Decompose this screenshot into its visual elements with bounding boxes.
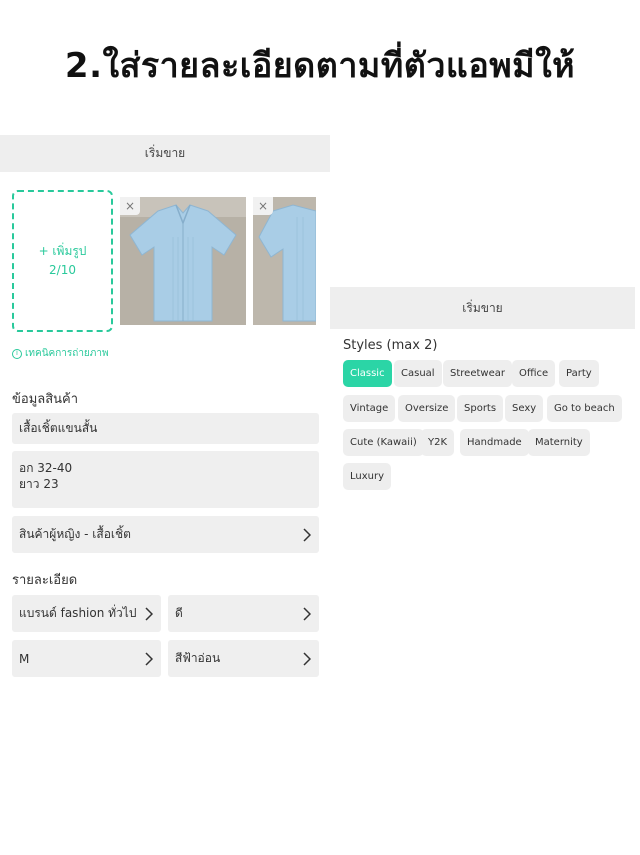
size-selector[interactable]: M <box>12 640 161 677</box>
size-value: M <box>19 651 30 666</box>
style-chip-party[interactable]: Party <box>559 360 599 387</box>
style-chip-classic[interactable]: Classic <box>343 360 392 387</box>
styles-label: Styles (max 2) <box>343 338 438 353</box>
add-photo-label: + เพิ่มรูป <box>38 244 87 258</box>
page-title: 2.ใส่รายละเอียดตามที่ตัวแอพมีให้ <box>64 46 576 86</box>
condition-value: ดี <box>175 606 183 620</box>
photo-thumbnail-2[interactable]: × <box>253 197 316 325</box>
color-selector[interactable]: สีฟ้าอ่อน <box>168 640 319 677</box>
chevron-right-icon <box>303 606 311 621</box>
description-field[interactable]: อก 32-40 ยาว 23 <box>12 451 319 508</box>
style-chip-vintage[interactable]: Vintage <box>343 395 396 422</box>
description-line-2: ยาว 23 <box>19 477 59 491</box>
brand-value: แบรนด์ fashion ทั่วไป <box>19 606 137 620</box>
info-icon: i <box>12 348 22 359</box>
color-value: สีฟ้าอ่อน <box>175 651 221 665</box>
style-chip-go-to-beach[interactable]: Go to beach <box>547 395 622 422</box>
description-line-1: อก 32-40 <box>19 461 73 475</box>
photo-thumbnail-1[interactable]: × <box>120 197 246 325</box>
chevron-right-icon <box>145 651 153 666</box>
styles-panel: เริ่มขาย Styles (max 2) Classic Casual S… <box>330 287 640 855</box>
chevron-right-icon <box>145 606 153 621</box>
sell-header: เริ่มขาย <box>0 135 330 172</box>
chevron-right-icon <box>303 527 311 542</box>
style-chip-oversize[interactable]: Oversize <box>398 395 456 422</box>
close-icon: × <box>124 199 136 213</box>
sell-form-panel: เริ่มขาย + เพิ่มรูป 2/10 × × i เทคนิคการ… <box>0 135 330 855</box>
style-chip-y2k[interactable]: Y2K <box>421 429 455 456</box>
details-title: รายละเอียด <box>12 573 78 588</box>
shirt-photo-1 <box>120 197 246 325</box>
style-chip-luxury[interactable]: Luxury <box>343 463 392 490</box>
chevron-right-icon <box>303 651 311 666</box>
category-selector[interactable]: สินค้าผู้หญิง - เสื้อเชิ้ต <box>12 516 319 553</box>
style-chip-casual[interactable]: Casual <box>394 360 442 387</box>
product-info-title: ข้อมูลสินค้า <box>12 392 79 407</box>
close-icon: × <box>257 199 269 213</box>
add-photo-button[interactable]: + เพิ่มรูป 2/10 <box>12 190 113 332</box>
style-chip-streetwear[interactable]: Streetwear <box>443 360 512 387</box>
product-name-field[interactable]: เสื้อเชิ้ตแขนสั้น <box>12 413 319 444</box>
style-chip-office[interactable]: Office <box>512 360 556 387</box>
style-chip-maternity[interactable]: Maternity <box>528 429 590 456</box>
product-name-value: เสื้อเชิ้ตแขนสั้น <box>19 421 98 435</box>
condition-selector[interactable]: ดี <box>168 595 319 632</box>
style-chip-cute-kawaii[interactable]: Cute (Kawaii) <box>343 429 424 456</box>
shirt-photo-2 <box>253 197 316 325</box>
category-value: สินค้าผู้หญิง - เสื้อเชิ้ต <box>19 527 131 541</box>
styles-header: เริ่มขาย <box>330 287 635 329</box>
style-chip-handmade[interactable]: Handmade <box>460 429 529 456</box>
style-chip-sports[interactable]: Sports <box>457 395 504 422</box>
photo-count: 2/10 <box>49 263 76 277</box>
remove-photo-2-button[interactable]: × <box>253 197 273 215</box>
photo-tips-label: เทคนิคการถ่ายภาพ <box>25 348 109 359</box>
remove-photo-1-button[interactable]: × <box>120 197 140 215</box>
brand-selector[interactable]: แบรนด์ fashion ทั่วไป <box>12 595 161 632</box>
style-chip-sexy[interactable]: Sexy <box>505 395 544 422</box>
photo-tips-link[interactable]: i เทคนิคการถ่ายภาพ <box>12 346 109 361</box>
